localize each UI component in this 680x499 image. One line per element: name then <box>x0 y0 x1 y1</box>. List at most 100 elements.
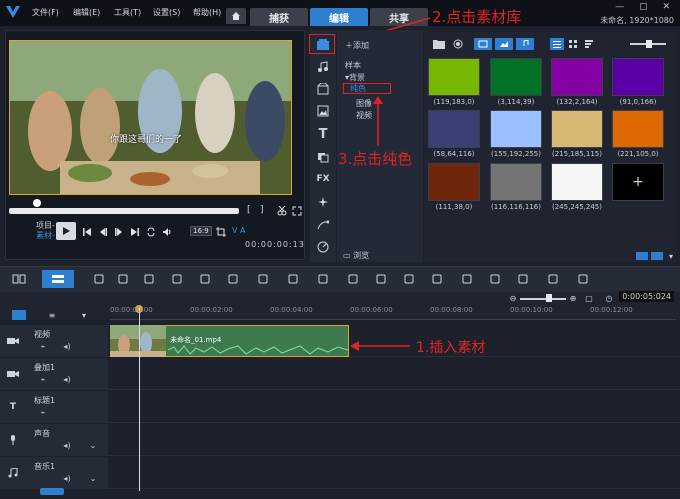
split-icon[interactable] <box>114 270 132 288</box>
aspect-ratio-select[interactable]: 16:9 <box>190 226 212 236</box>
record-capture-icon[interactable] <box>90 270 108 288</box>
clip-mode-label[interactable]: 素材- <box>36 230 55 241</box>
motion-blur-icon[interactable] <box>514 270 532 288</box>
scrubber-handle[interactable] <box>33 199 41 207</box>
link-icon[interactable]: ⌁ <box>38 374 48 384</box>
settings-icon[interactable]: ▾ <box>666 252 676 261</box>
color-swatch[interactable] <box>490 58 542 96</box>
thumbnail-view-icon[interactable] <box>566 38 580 50</box>
ripple-edit-icon[interactable]: ▾ <box>78 310 90 320</box>
multi-camera-icon[interactable] <box>458 270 476 288</box>
fx-filter-icon[interactable]: FX <box>314 170 332 188</box>
video-audio-toggle[interactable]: V A <box>232 226 246 235</box>
music-icon[interactable] <box>314 58 332 76</box>
track-mute-icon[interactable]: ◂) <box>62 440 72 450</box>
path-motion-icon[interactable] <box>314 216 332 234</box>
time-remap-icon[interactable] <box>284 270 302 288</box>
undo-icon[interactable] <box>140 270 158 288</box>
mask-creator-icon[interactable] <box>314 270 332 288</box>
track-scroll-indicator[interactable] <box>40 488 64 495</box>
filter-audio-icon[interactable] <box>516 38 534 50</box>
instant-project-icon[interactable] <box>314 80 332 98</box>
nav-background[interactable]: ▾背景 <box>345 72 365 83</box>
transition-icon[interactable] <box>314 148 332 166</box>
record-icon[interactable] <box>452 38 464 50</box>
split-screen-icon[interactable] <box>400 270 418 288</box>
add-folder-button[interactable]: ＋添加 <box>345 40 369 51</box>
end-icon[interactable] <box>128 225 142 239</box>
color-grading-icon[interactable] <box>486 270 504 288</box>
speed-gauge-icon[interactable] <box>314 238 332 256</box>
pan-zoom-icon[interactable] <box>224 270 242 288</box>
panel-toggle-icon-2[interactable] <box>651 252 663 260</box>
next-frame-icon[interactable] <box>112 225 126 239</box>
zoom-out-icon[interactable]: ⊖ <box>508 293 518 303</box>
repeat-icon[interactable] <box>144 225 158 239</box>
filter-image-icon[interactable] <box>495 38 513 50</box>
track-mute-icon[interactable]: ◂) <box>62 473 72 483</box>
graphics-icon[interactable] <box>314 193 332 211</box>
menu-edit[interactable]: 编辑(E) <box>73 7 100 18</box>
browse-button[interactable]: ▭ 浏览 <box>343 250 369 261</box>
color-swatch[interactable] <box>428 110 480 148</box>
3d-title-icon[interactable] <box>544 270 562 288</box>
scissors-icon[interactable] <box>276 205 288 217</box>
color-swatch[interactable] <box>490 110 542 148</box>
sound-mixer-icon[interactable] <box>344 270 362 288</box>
expand-icon[interactable] <box>291 205 303 217</box>
window-controls[interactable]: — ▢ ✕ <box>615 2 676 12</box>
color-swatch[interactable] <box>612 110 664 148</box>
timeline-view-icon[interactable] <box>42 270 74 288</box>
play-button[interactable] <box>56 222 76 240</box>
image-icon[interactable] <box>314 102 332 120</box>
redo-icon[interactable] <box>168 270 186 288</box>
tab-capture[interactable]: 捕获 <box>250 8 308 26</box>
preview-scrubber[interactable] <box>9 208 239 214</box>
nav-video[interactable]: 视频 <box>356 110 372 121</box>
menu-help[interactable]: 帮助(H) <box>193 7 221 18</box>
nav-plain-color[interactable]: 纯色 <box>343 83 391 94</box>
audio-ducking-icon[interactable] <box>372 270 390 288</box>
filter-video-icon[interactable] <box>474 38 492 50</box>
mark-in-button[interactable]: [ <box>247 205 251 215</box>
link-icon[interactable]: ⌁ <box>38 407 48 417</box>
thumbnail-size-handle[interactable] <box>646 40 652 48</box>
nav-image[interactable]: 图像 <box>356 98 372 109</box>
color-swatch[interactable] <box>428 163 480 201</box>
volume-icon[interactable] <box>160 225 174 239</box>
mark-out-button[interactable]: ] <box>260 205 264 215</box>
menu-tools[interactable]: 工具(T) <box>114 7 141 18</box>
fit-width-icon[interactable] <box>196 270 214 288</box>
import-folder-icon[interactable] <box>432 38 446 50</box>
prev-frame-icon[interactable] <box>96 225 110 239</box>
menu-file[interactable]: 文件(F) <box>32 7 59 18</box>
home-icon[interactable] <box>226 8 246 24</box>
list-view-icon[interactable] <box>550 38 564 50</box>
timeline-timecode[interactable]: 0:00:05:024 <box>619 291 674 302</box>
preview-timecode[interactable]: 00:00:00:13 <box>245 240 305 249</box>
chevron-down-icon[interactable]: ⌄ <box>88 440 98 450</box>
storyboard-view-icon[interactable] <box>10 270 28 288</box>
color-swatch[interactable] <box>490 163 542 201</box>
chapter-icon[interactable]: ≡ <box>46 310 58 320</box>
color-swatch[interactable] <box>551 163 603 201</box>
link-icon[interactable]: ⌁ <box>38 341 48 351</box>
color-swatch[interactable] <box>551 110 603 148</box>
mask-icon[interactable] <box>574 270 592 288</box>
menu-settings[interactable]: 设置(S) <box>153 7 180 18</box>
color-swatch[interactable] <box>551 58 603 96</box>
title-text-icon[interactable]: T <box>314 125 332 143</box>
zoom-slider[interactable] <box>520 298 566 300</box>
track-manager-icon[interactable] <box>12 310 26 320</box>
preview-video-frame[interactable] <box>9 40 292 195</box>
color-swatch[interactable] <box>612 58 664 96</box>
chevron-down-icon[interactable]: ⌄ <box>88 473 98 483</box>
media-library-icon[interactable] <box>314 36 332 54</box>
color-swatch[interactable] <box>428 58 480 96</box>
fit-project-icon[interactable]: ▢ <box>584 293 594 303</box>
panel-toggle-icon[interactable] <box>636 252 648 260</box>
zoom-in-icon[interactable]: ⊕ <box>568 293 578 303</box>
zoom-slider-handle[interactable] <box>546 294 552 302</box>
add-color-button[interactable]: + <box>612 163 664 201</box>
sort-icon[interactable] <box>582 38 596 50</box>
